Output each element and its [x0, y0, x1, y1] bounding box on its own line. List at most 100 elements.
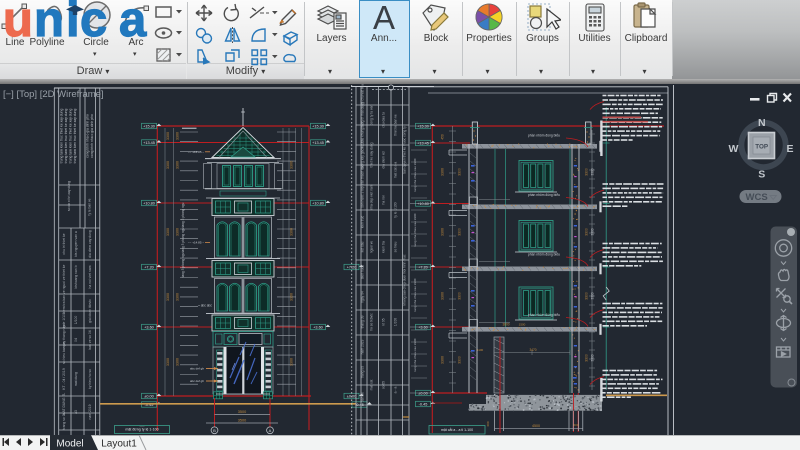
svg-text:ban quyen thiet ke thuoc cong: ban quyen thiet ke thuoc cong ty [403, 126, 407, 174]
svg-text:+15.30: +15.30 [312, 125, 324, 129]
svg-text:ky hieu ho so: ky hieu ho so [88, 369, 92, 389]
svg-text:trung tam kien truc thiet ke x: trung tam kien truc thiet ke xay dung [73, 109, 77, 164]
svg-text:KT - 04 / 2019: KT - 04 / 2019 [62, 368, 66, 390]
svg-text:3500: 3500 [238, 418, 246, 422]
svg-text:░: ░ [240, 368, 243, 373]
svg-text:nam 2019: nam 2019 [88, 404, 92, 419]
svg-text:-0.45: -0.45 [419, 403, 428, 407]
svg-text:±0.00: ±0.00 [418, 392, 427, 396]
svg-text:−− +14.85 −: −− +14.85 − [188, 150, 204, 154]
svg-text:thiet ke ban ve: thiet ke ban ve [394, 114, 398, 136]
svg-text:3300: 3300 [458, 168, 462, 176]
svg-text:so hieu ban ve: so hieu ban ve [62, 342, 66, 364]
svg-text:3300: 3300 [166, 358, 170, 366]
svg-text:trung tam kien truc thiet ke x: trung tam kien truc thiet ke xay dung [60, 109, 64, 164]
svg-text:+3.60: +3.60 [418, 326, 428, 330]
svg-text:3300: 3300 [441, 292, 445, 300]
svg-text:mat cat a-a: mat cat a-a [394, 162, 398, 179]
svg-text:ban ve: ban ve [361, 392, 365, 402]
svg-text:3300: 3300 [458, 356, 462, 364]
svg-text:giai doan tkbvtc: giai doan tkbvtc [88, 299, 92, 323]
svg-text:3300: 3300 [290, 161, 294, 169]
svg-text:3300: 3300 [290, 293, 294, 301]
svg-text:+7.20: +7.20 [144, 266, 154, 270]
svg-text:+10.80: +10.80 [143, 202, 155, 206]
svg-text:A: A [373, 1, 395, 35]
svg-text:ty le 1/100: ty le 1/100 [394, 202, 398, 217]
svg-text:a - a: a - a [394, 387, 398, 394]
svg-text:ban ve so 04: ban ve so 04 [88, 330, 92, 350]
svg-text:3300: 3300 [166, 161, 170, 169]
svg-text:chu tri thiet ke: chu tri thiet ke [62, 233, 66, 254]
svg-text:3300: 3300 [176, 161, 180, 169]
svg-text:A: A [269, 428, 272, 433]
svg-text:+10.80: +10.80 [417, 202, 429, 206]
svg-text:3300: 3300 [591, 228, 595, 235]
svg-text:3300: 3300 [591, 354, 595, 361]
svg-text:ket cau: ket cau [361, 242, 365, 253]
svg-text:phần nhôm đúng biểu: phần nhôm đúng biểu [528, 134, 560, 138]
svg-text:mat dung: mat dung [74, 372, 78, 386]
svg-text:3300: 3300 [585, 228, 589, 236]
svg-text:thiet ke xay dung: thiet ke xay dung [370, 142, 374, 167]
svg-text:ngay 04: ngay 04 [361, 291, 365, 303]
svg-text:MAT DUNG TL: MAT DUNG TL [62, 393, 66, 416]
svg-text:dia diem xay dung: dia diem xay dung [88, 230, 92, 258]
svg-text:4500: 4500 [532, 424, 540, 428]
svg-text:1500: 1500 [519, 323, 526, 327]
svg-text:kien truc: kien truc [361, 215, 365, 228]
svg-text:3300: 3300 [290, 228, 294, 236]
svg-text:Layout1: Layout1 [101, 439, 137, 450]
svg-text:3300: 3300 [166, 132, 170, 140]
svg-text:mat cat: mat cat [370, 380, 374, 391]
svg-text:kt 05: kt 05 [382, 318, 386, 325]
svg-text:phần nhôm đúng biểu: phần nhôm đúng biểu [528, 313, 560, 317]
svg-text:3300: 3300 [585, 354, 589, 362]
svg-text:+13.45: +13.45 [143, 141, 155, 145]
svg-text:+13.45: +13.45 [312, 141, 324, 145]
svg-text:±0.00: ±0.00 [144, 395, 153, 399]
svg-text:nguoi ve thiet ke: nguoi ve thiet ke [62, 265, 66, 290]
svg-text:so 05: so 05 [382, 381, 386, 389]
svg-text:chu dau tu: chu dau tu [382, 112, 386, 128]
svg-text:cong trinh nha o gia dinh pho: cong trinh nha o gia dinh pho [86, 114, 90, 158]
svg-text:+13.45: +13.45 [417, 142, 429, 146]
svg-text:so do vi tri xay dung: so do vi tri xay dung [67, 181, 71, 211]
svg-text:a3: a3 [74, 410, 78, 414]
svg-text:3300: 3300 [176, 228, 180, 236]
svg-text:3300: 3300 [585, 292, 589, 300]
svg-text:3300: 3300 [441, 228, 445, 236]
svg-text:kts nguyen van a: kts nguyen van a [74, 231, 78, 257]
svg-text:nam 2019: nam 2019 [361, 340, 365, 355]
svg-text:+15.30: +15.30 [143, 125, 155, 129]
svg-text:mặt cắt a - a tl 1-100: mặt cắt a - a tl 1-100 [441, 427, 473, 432]
svg-text:≈ abc abc: ≈ abc abc [198, 304, 212, 308]
svg-text:3300: 3300 [176, 358, 180, 366]
svg-text:1/100: 1/100 [394, 318, 398, 326]
svg-text:600: 600 [486, 421, 490, 426]
svg-text:3300: 3300 [591, 292, 595, 299]
svg-text:ktshoang van b: ktshoang van b [74, 265, 78, 288]
svg-text:450: 450 [441, 134, 445, 140]
svg-text:¯¯¯: ¯¯¯ [139, 426, 145, 430]
svg-text:B: B [213, 428, 216, 433]
svg-text:3300: 3300 [176, 293, 180, 301]
svg-text:phần nhôm đúng biểu: phần nhôm đúng biểu [528, 253, 560, 257]
svg-text:+7.20: +7.20 [418, 266, 428, 270]
svg-text:−− +14.85 −: −− +14.85 − [188, 241, 204, 245]
svg-text:ty le ban ve: ty le ban ve [88, 198, 92, 215]
svg-text:ho so tkbvtc: ho so tkbvtc [370, 313, 374, 331]
svg-text:tang nha chieu cao 3300: tang nha chieu cao 3300 [413, 278, 417, 311]
svg-text:tang nha chieu cao 3300: tang nha chieu cao 3300 [413, 338, 417, 371]
svg-text:trung tam kien truc thiet ke x: trung tam kien truc thiet ke xay dung [69, 109, 73, 164]
svg-text:3300: 3300 [591, 168, 595, 175]
svg-text:cong trinh nha o gia dinh pho: cong trinh nha o gia dinh pho [90, 114, 94, 158]
svg-text:cong ty tu van: cong ty tu van [370, 105, 374, 126]
svg-text:1100: 1100 [477, 348, 484, 352]
svg-text:abc def gh: abc def gh [190, 367, 204, 371]
svg-text:ha noi: ha noi [382, 195, 386, 204]
svg-text:3300: 3300 [585, 168, 589, 176]
svg-text:+10.80: +10.80 [312, 202, 324, 206]
svg-text:tang 3 phong ngu: tang 3 phong ngu [181, 202, 185, 227]
svg-text:tang nha chieu cao 3300: tang nha chieu cao 3300 [413, 158, 417, 191]
